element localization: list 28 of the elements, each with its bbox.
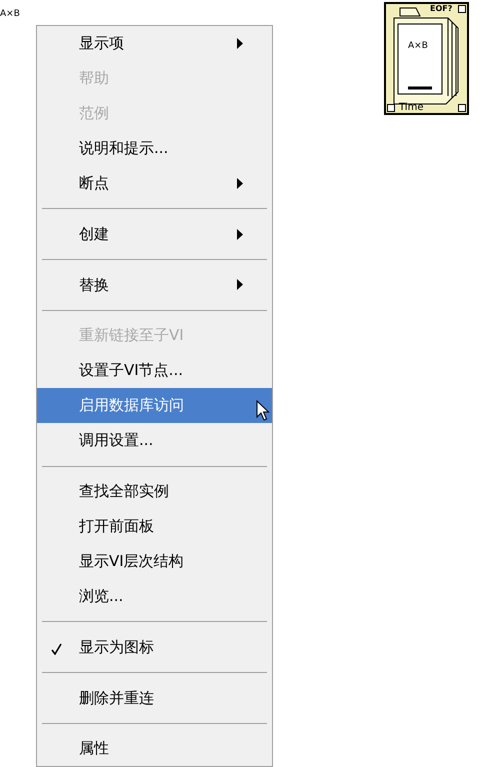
menu-item[interactable]: 属性 <box>37 731 272 766</box>
submenu-arrow-icon <box>237 178 243 189</box>
cursor-icon <box>256 400 270 422</box>
menu-item[interactable]: 断点 <box>37 166 272 201</box>
center-label: A×B <box>408 42 428 51</box>
menu-item[interactable]: 启用数据库访问 <box>37 388 272 424</box>
menu-item[interactable]: 显示VI层次结构 <box>37 544 272 579</box>
menu-item[interactable]: 删除并重连 <box>37 680 272 716</box>
menu-item[interactable]: 显示为图标 <box>37 630 272 665</box>
menu-item[interactable]: 调用设置... <box>37 423 272 458</box>
menu-item[interactable]: 设置子VI节点... <box>37 353 272 388</box>
submenu-arrow-icon <box>237 38 243 49</box>
submenu-arrow-icon <box>237 279 243 290</box>
checkmark-icon <box>51 642 62 655</box>
menu-item[interactable]: 浏览... <box>37 578 272 614</box>
menu-item[interactable]: 创建 <box>37 216 272 252</box>
menu-item[interactable]: 打开前面板 <box>37 508 272 544</box>
node-label: A×B <box>0 10 20 19</box>
menu-item[interactable]: 查找全部实例 <box>37 474 272 509</box>
terminal-icon <box>458 5 466 13</box>
bottom-label: Time <box>399 103 424 113</box>
menu-item[interactable]: 显示项 <box>37 26 272 61</box>
terminal-icon <box>458 104 466 112</box>
menu-item[interactable]: 替换 <box>37 267 272 302</box>
top-label: EOF? <box>430 5 452 13</box>
menu-item[interactable]: 说明和提示... <box>37 131 272 166</box>
terminal-icon <box>387 104 395 112</box>
submenu-arrow-icon <box>237 228 243 240</box>
